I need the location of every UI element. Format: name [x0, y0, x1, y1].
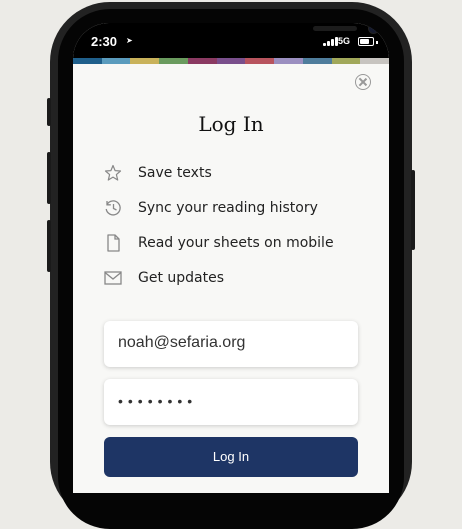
- color-band-segment: [216, 58, 246, 64]
- mute-switch: [47, 98, 51, 126]
- speaker: [313, 26, 357, 31]
- feature-label: Save texts: [138, 165, 212, 181]
- network-type: 5G: [338, 36, 351, 46]
- color-band-segment: [159, 58, 188, 64]
- color-band-segment: [130, 58, 160, 64]
- feature-sync-history: Sync your reading history: [103, 198, 363, 222]
- feature-label: Sync your reading history: [138, 200, 318, 216]
- volume-up-button: [47, 152, 51, 204]
- history-clock-icon: [105, 200, 121, 216]
- login-button-label: Log In: [212, 449, 250, 464]
- feature-save-texts: Save texts: [103, 163, 363, 187]
- color-band-segment: [274, 58, 303, 64]
- status-time: 2:30: [91, 34, 118, 49]
- phone-screen: 2:30 ➤ 5G Log In Save texts Sync your re…: [73, 23, 389, 493]
- battery-icon: [358, 37, 378, 46]
- password-value: ••••••••: [118, 393, 198, 409]
- envelope-icon: [104, 271, 122, 285]
- color-band-segment: [302, 58, 332, 64]
- email-field[interactable]: noah@sefaria.org: [104, 321, 358, 367]
- email-value: noah@sefaria.org: [118, 334, 246, 351]
- password-field[interactable]: ••••••••: [104, 379, 358, 425]
- signal-bars-icon: [323, 37, 339, 46]
- color-band-segment: [245, 58, 275, 64]
- location-arrow-icon: ➤: [126, 36, 133, 45]
- front-camera: [369, 24, 378, 33]
- feature-label: Read your sheets on mobile: [138, 235, 334, 251]
- power-button: [411, 170, 415, 250]
- feature-read-sheets: Read your sheets on mobile: [103, 233, 363, 257]
- star-icon: [104, 164, 122, 181]
- close-circle-icon[interactable]: [355, 74, 371, 90]
- notch: [177, 23, 378, 49]
- document-icon: [107, 234, 120, 252]
- color-band-segment: [360, 58, 389, 64]
- feature-get-updates: Get updates: [103, 268, 363, 292]
- color-band-segment: [187, 58, 217, 64]
- color-band-segment: [331, 58, 361, 64]
- color-band-segment: [73, 58, 102, 64]
- login-button[interactable]: Log In: [104, 437, 358, 477]
- color-band-segment: [101, 58, 131, 64]
- volume-down-button: [47, 220, 51, 272]
- color-band: [73, 58, 389, 64]
- feature-label: Get updates: [138, 270, 225, 286]
- page-title: Log In: [198, 112, 264, 136]
